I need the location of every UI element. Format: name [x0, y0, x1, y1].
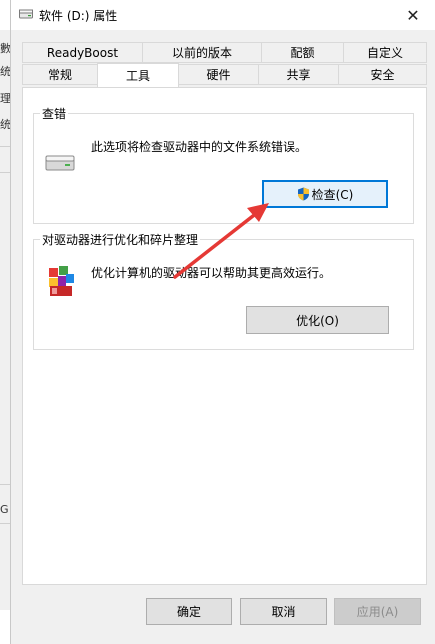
- tab-label: 以前的版本: [171, 46, 232, 60]
- optimize-title: 对驱动器进行优化和碎片整理: [40, 231, 201, 248]
- tab-readyboost[interactable]: ReadyBoost: [22, 42, 143, 63]
- apply-button[interactable]: 应用(A): [334, 598, 421, 625]
- cancel-button-label: 取消: [271, 605, 296, 619]
- close-button[interactable]: ✕: [390, 0, 435, 30]
- background-divider: [0, 172, 10, 173]
- check-button-label: 检查(C): [311, 187, 354, 202]
- tab-hardware[interactable]: 硬件: [178, 64, 259, 85]
- cancel-button[interactable]: 取消: [240, 598, 327, 625]
- check-button[interactable]: 检查(C): [262, 180, 388, 208]
- window-title: 软件 (D:) 属性: [39, 9, 118, 23]
- error-check-title: 查错: [40, 105, 69, 122]
- ok-button[interactable]: 确定: [146, 598, 232, 625]
- tab-tools[interactable]: 工具: [97, 63, 179, 87]
- tools-panel: 查错 此选项将检查驱动器中的文件系统错误。 检查(C) 对驱动器进行优化和碎片整…: [22, 87, 427, 585]
- drive-icon: [19, 9, 33, 19]
- error-check-description: 此选项将检查驱动器中的文件系统错误。: [91, 140, 308, 154]
- background-divider: [0, 523, 10, 524]
- background-text: G: [0, 503, 9, 516]
- optimize-group: 对驱动器进行优化和碎片整理 优化计算机的驱动器可以帮助其更高效运行。 优化(O): [33, 231, 414, 350]
- tab-security[interactable]: 安全: [338, 64, 427, 85]
- tab-general[interactable]: 常规: [22, 64, 98, 85]
- error-check-group: 查错 此选项将检查驱动器中的文件系统错误。 检查(C): [33, 105, 414, 224]
- tab-sharing[interactable]: 共享: [258, 64, 339, 85]
- title-bar: 软件 (D:) 属性 ✕: [11, 0, 435, 30]
- background-divider: [0, 146, 10, 147]
- properties-dialog: 软件 (D:) 属性 ✕ ReadyBoost 以前的版本 配额 自定义 常规 …: [10, 0, 435, 644]
- ok-button-label: 确定: [176, 605, 201, 619]
- uac-shield-icon: [297, 187, 309, 201]
- defragment-icon: [49, 266, 74, 296]
- tab-label: 硬件: [206, 68, 231, 82]
- tab-label: ReadyBoost: [46, 45, 119, 60]
- tab-label: 共享: [286, 68, 311, 82]
- tab-label: 常规: [47, 68, 72, 82]
- background-divider: [0, 484, 10, 485]
- tab-label: 配额: [290, 46, 315, 60]
- apply-button-label: 应用(A): [356, 605, 399, 619]
- tab-label: 自定义: [366, 46, 403, 60]
- tab-previous-versions[interactable]: 以前的版本: [142, 42, 262, 63]
- optimize-button-label: 优化(O): [296, 313, 339, 328]
- hard-drive-icon: [45, 155, 75, 171]
- tab-label: 安全: [370, 68, 395, 82]
- tab-label: 工具: [125, 69, 150, 83]
- optimize-description: 优化计算机的驱动器可以帮助其更高效运行。: [91, 266, 332, 280]
- optimize-button[interactable]: 优化(O): [246, 306, 389, 334]
- tab-quota[interactable]: 配额: [261, 42, 344, 63]
- tab-customize[interactable]: 自定义: [343, 42, 427, 63]
- close-icon: ✕: [406, 5, 420, 25]
